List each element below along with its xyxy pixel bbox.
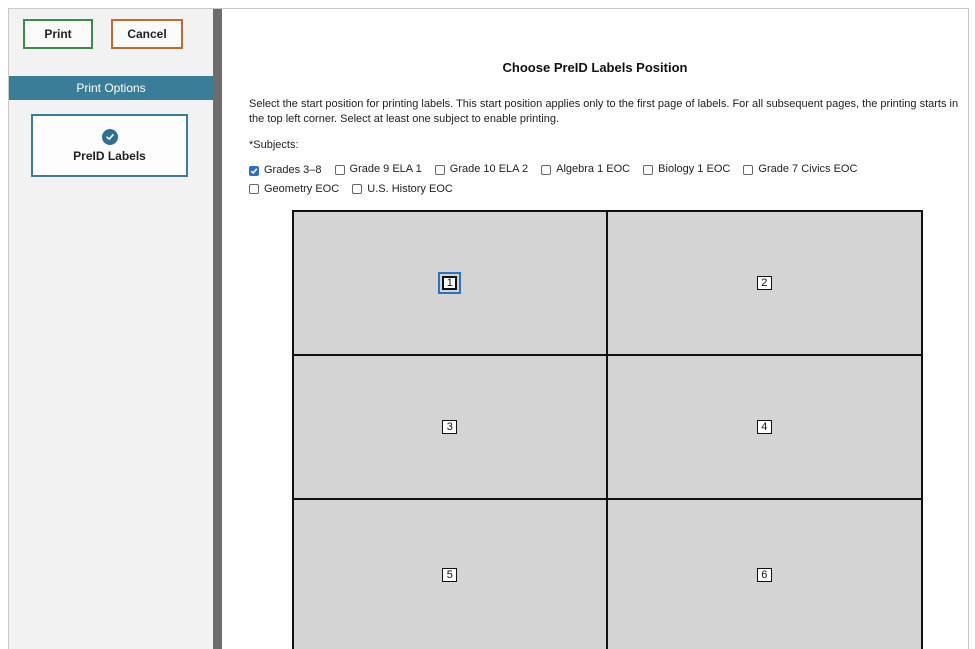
sidebar: Print Cancel Print Options PreID Labels xyxy=(9,9,213,649)
subject-label: Grade 9 ELA 1 xyxy=(349,163,422,175)
subject-grade-10-ela-2[interactable]: Grade 10 ELA 2 xyxy=(434,161,529,178)
checkbox-algebra-1-eoc[interactable] xyxy=(541,164,552,175)
subject-geometry-eoc[interactable]: Geometry EOC xyxy=(249,181,339,198)
position-number: 1 xyxy=(438,272,462,294)
print-options-header: Print Options xyxy=(9,76,213,100)
subject-grades-3-8[interactable]: Grades 3–8 xyxy=(249,162,321,179)
cancel-button[interactable]: Cancel xyxy=(111,19,183,49)
main-content: Choose PreID Labels Position Select the … xyxy=(222,9,968,649)
checkbox-biology-1-eoc[interactable] xyxy=(643,164,654,175)
label-position-1[interactable]: 1 xyxy=(294,212,608,356)
preid-labels-option[interactable]: PreID Labels xyxy=(31,114,188,177)
subjects-label: *Subjects: xyxy=(249,139,299,151)
label-position-5[interactable]: 5 xyxy=(294,500,608,649)
subject-biology-1-eoc[interactable]: Biology 1 EOC xyxy=(643,161,730,178)
label-position-6[interactable]: 6 xyxy=(607,500,921,649)
subject-us-history-eoc[interactable]: U.S. History EOC xyxy=(352,181,453,198)
position-number: 5 xyxy=(442,568,458,582)
page-title: Choose PreID Labels Position xyxy=(502,60,688,75)
label-position-2[interactable]: 2 xyxy=(607,212,921,356)
checkbox-grade-9-ela-1[interactable] xyxy=(334,164,345,175)
sidebar-divider xyxy=(213,9,222,649)
checkbox-geometry-eoc[interactable] xyxy=(249,184,259,194)
subject-label: Algebra 1 EOC xyxy=(556,163,631,175)
subject-algebra-1-eoc[interactable]: Algebra 1 EOC xyxy=(541,161,630,178)
position-number: 6 xyxy=(756,568,772,582)
label-position-4[interactable]: 4 xyxy=(607,356,921,500)
checkbox-us-history-eoc[interactable] xyxy=(352,184,363,194)
checkbox-grades-3-8[interactable] xyxy=(249,165,259,176)
preid-labels-option-label: PreID Labels xyxy=(73,148,146,163)
app-frame: Print Cancel Print Options PreID Labels … xyxy=(8,8,969,649)
subject-grade-9-ela-1[interactable]: Grade 9 ELA 1 xyxy=(334,161,422,178)
checkbox-grade-10-ela-2[interactable] xyxy=(434,164,445,175)
check-circle-icon xyxy=(101,128,118,145)
position-number: 4 xyxy=(756,420,772,434)
subject-label: Grades 3–8 xyxy=(264,164,322,176)
subject-label: Biology 1 EOC xyxy=(658,163,731,175)
subject-label: U.S. History EOC xyxy=(367,182,453,195)
subject-label: Geometry EOC xyxy=(264,182,340,195)
subject-label: Grade 7 Civics EOC xyxy=(758,163,858,175)
print-button[interactable]: Print xyxy=(23,19,93,49)
subjects-checkbox-list: Grades 3–8 Grade 9 ELA 1 Grade 10 ELA 2 … xyxy=(249,161,964,200)
subject-grade-7-civics-eoc[interactable]: Grade 7 Civics EOC xyxy=(743,161,857,178)
subject-label: Grade 10 ELA 2 xyxy=(449,163,529,175)
label-position-3[interactable]: 3 xyxy=(294,356,608,500)
instructions-text: Select the start position for printing l… xyxy=(249,98,959,125)
position-number: 3 xyxy=(442,420,458,434)
checkbox-grade-7-civics-eoc[interactable] xyxy=(743,164,754,175)
position-number: 2 xyxy=(756,276,772,290)
label-position-grid: 1 2 3 4 5 6 xyxy=(292,210,923,649)
